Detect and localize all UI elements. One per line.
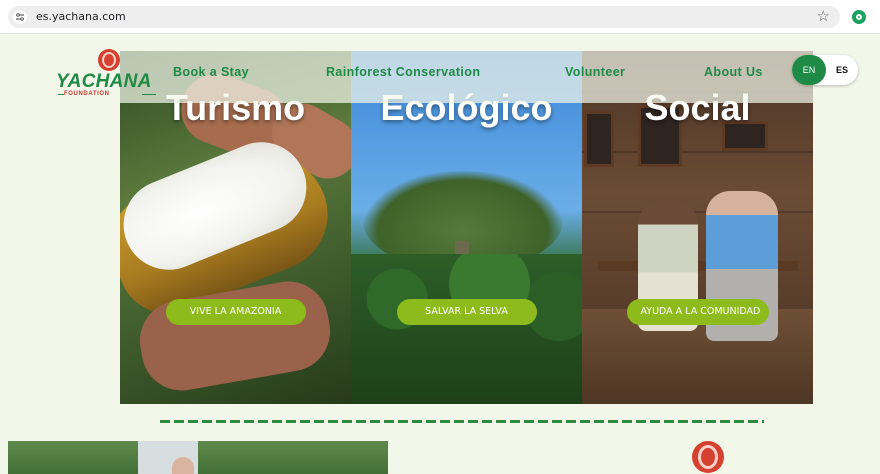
dashed-divider bbox=[160, 420, 764, 423]
salvar-la-selva-button[interactable]: SALVAR LA SELVA bbox=[396, 299, 537, 325]
web-page: Turismo VIVE LA AMAZONIA Ecológico SALVA… bbox=[0, 35, 880, 474]
nav-volunteer[interactable]: Volunteer bbox=[565, 65, 625, 79]
language-toggle[interactable]: EN ES bbox=[792, 55, 858, 85]
logo-rule bbox=[142, 94, 156, 95]
wall-plank bbox=[582, 151, 813, 153]
hero-panel-social: Social AYUDA A LA COMUNIDAD bbox=[582, 51, 813, 404]
wall-plank bbox=[582, 211, 813, 213]
vive-la-amazonia-button[interactable]: VIVE LA AMAZONIA bbox=[165, 299, 306, 325]
logo-subtext: FOUNDATION bbox=[64, 91, 110, 97]
nav-about-us[interactable]: About Us bbox=[704, 65, 763, 79]
site-header: YACHANA FOUNDATION Book a Stay Rainfores… bbox=[52, 49, 860, 103]
tune-icon[interactable] bbox=[13, 10, 27, 24]
lang-es-button[interactable]: ES bbox=[826, 55, 858, 85]
lang-en-button[interactable]: EN bbox=[792, 55, 826, 85]
nav-rainforest-conservation[interactable]: Rainforest Conservation bbox=[326, 65, 480, 79]
url-text[interactable]: es.yachana.com bbox=[36, 10, 126, 23]
logo-emblem-icon bbox=[692, 441, 724, 473]
ayuda-a-la-comunidad-button[interactable]: AYUDA A LA COMUNIDAD bbox=[626, 299, 769, 325]
hero-panel-ecologico: Ecológico SALVAR LA SELVA bbox=[351, 51, 582, 404]
bottom-photo bbox=[8, 441, 388, 474]
photo-person bbox=[172, 457, 194, 474]
nav-book-a-stay[interactable]: Book a Stay bbox=[173, 65, 249, 79]
hero-panel-turismo: Turismo VIVE LA AMAZONIA bbox=[120, 51, 351, 404]
logo-emblem-icon bbox=[98, 49, 120, 71]
yachana-logo[interactable]: YACHANA FOUNDATION bbox=[56, 49, 160, 101]
star-icon[interactable]: ☆ bbox=[817, 8, 830, 26]
browser-toolbar: es.yachana.com ☆ bbox=[0, 0, 880, 34]
forest-image bbox=[351, 254, 582, 404]
extension-icon[interactable] bbox=[852, 10, 866, 24]
address-bar[interactable]: es.yachana.com ☆ bbox=[8, 6, 840, 28]
logo-wordmark: YACHANA bbox=[56, 71, 152, 92]
